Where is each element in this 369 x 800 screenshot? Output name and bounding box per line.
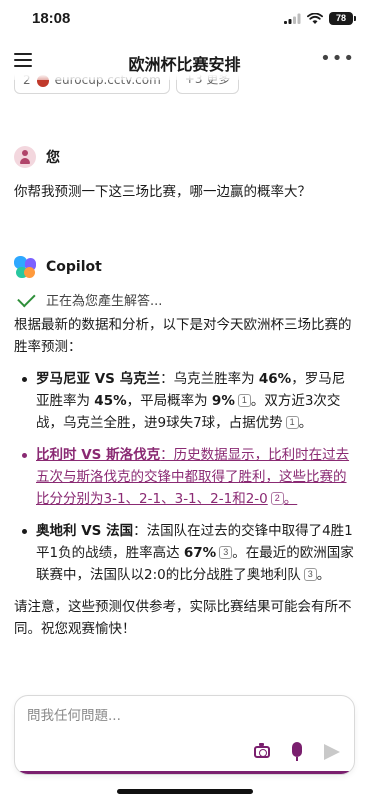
citation-badge[interactable]: 3	[303, 568, 317, 581]
probability-value: 45%	[94, 393, 127, 409]
citation-badge[interactable]: 1	[237, 394, 251, 407]
chat-input-box	[14, 695, 355, 775]
answer-intro: 根据最新的数据和分析，以下是对今天欧洲杯三场比赛的胜率预测：	[14, 317, 352, 355]
generating-text: 正在為您產生解答...	[46, 294, 163, 309]
send-icon[interactable]	[324, 744, 340, 760]
user-message: 你帮我预测一下这三场比赛，哪一边赢的概率大？	[14, 184, 311, 200]
user-message-header: 您	[14, 146, 60, 168]
prediction-text: ：乌克兰胜率为	[160, 371, 259, 387]
input-accent-bar	[15, 771, 354, 774]
wifi-icon	[307, 12, 323, 24]
status-icons: 78	[284, 12, 356, 25]
user-name: 您	[46, 150, 60, 166]
mic-icon[interactable]	[292, 742, 302, 761]
status-time: 18:08	[32, 10, 71, 27]
citation-badge[interactable]: 1	[285, 416, 299, 429]
camera-icon[interactable]	[254, 743, 270, 758]
prediction-item-belgium-slovakia[interactable]: 比利时 VS 斯洛伐克：历史数据显示，比利时在过去五次与斯洛伐克的交锋中都取得了…	[14, 444, 355, 510]
copilot-logo-icon	[14, 256, 36, 278]
status-bar: 18:08 78	[0, 0, 369, 40]
signal-icon	[284, 13, 301, 24]
probability-value: 9%	[211, 393, 235, 409]
page-title: 欧洲杯比赛安排	[128, 55, 241, 74]
probability-value: 67%	[183, 545, 217, 561]
match-title: 罗马尼亚 VS 乌克兰	[36, 371, 161, 387]
user-avatar-icon	[14, 146, 36, 168]
home-indicator	[117, 789, 253, 794]
copilot-name: Copilot	[46, 259, 102, 275]
copilot-answer: 根据最新的数据和分析，以下是对今天欧洲杯三场比赛的胜率预测： 罗马尼亚 VS 乌…	[14, 314, 355, 650]
prediction-list: 罗马尼亚 VS 乌克兰：乌克兰胜率为 46%，罗马尼亚胜率为 45%，平局概率为…	[14, 368, 355, 586]
battery-icon: 78	[329, 12, 356, 25]
check-icon	[18, 293, 36, 307]
answer-outro: 请注意，这些预测仅供参考，实际比赛结果可能会有所不同。祝您观赛愉快！	[14, 599, 352, 637]
generating-status: 正在為您產生解答...	[18, 290, 162, 309]
prediction-text: 。	[298, 415, 313, 431]
prediction-item-romania-ukraine: 罗马尼亚 VS 乌克兰：乌克兰胜率为 46%，罗马尼亚胜率为 45%，平局概率为…	[14, 368, 355, 434]
more-icon[interactable]: •••	[320, 50, 355, 68]
match-title: 奥地利 VS 法国	[36, 523, 134, 539]
chat-input[interactable]	[27, 708, 327, 724]
citation-badge[interactable]: 3	[219, 546, 233, 559]
prediction-text: ，平局概率为	[126, 393, 212, 409]
app-header: 欧洲杯比赛安排 •••	[0, 42, 369, 80]
citation-badge[interactable]: 2	[270, 492, 284, 505]
probability-value: 46%	[258, 371, 292, 387]
match-title: 比利时 VS 斯洛伐克	[36, 447, 161, 463]
prediction-text: 。	[316, 567, 331, 583]
prediction-text: 。	[283, 491, 298, 507]
copilot-message-header: Copilot	[14, 256, 102, 278]
prediction-item-austria-france: 奥地利 VS 法国：法国队在过去的交锋中取得了4胜1平1负的战绩，胜率高达 67…	[14, 520, 355, 586]
